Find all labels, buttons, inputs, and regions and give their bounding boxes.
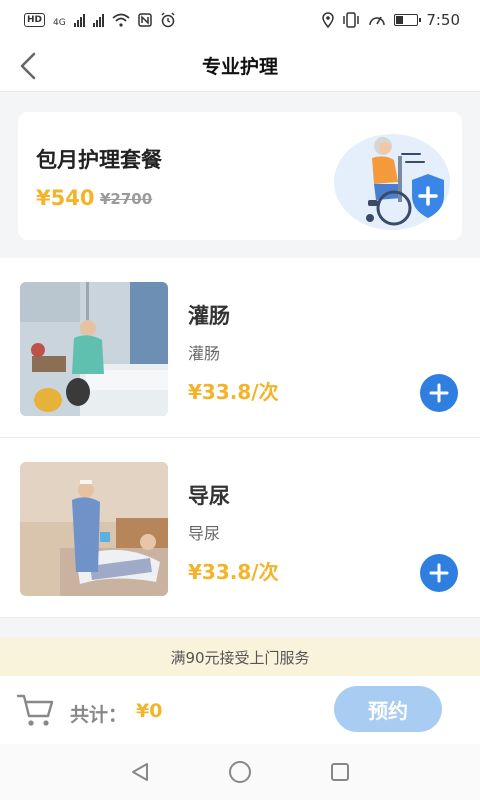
alarm-icon bbox=[161, 12, 175, 28]
service-name: 灌肠 bbox=[188, 304, 230, 328]
circle-home-icon bbox=[229, 761, 251, 783]
plus-icon bbox=[429, 383, 449, 403]
status-bar: HD 4G 7:50 bbox=[0, 0, 480, 40]
cart-bar: 共计： ¥0 预约 bbox=[0, 676, 480, 744]
system-back-button[interactable] bbox=[120, 752, 160, 792]
package-original-price: ¥2700 bbox=[100, 190, 153, 208]
book-button[interactable]: 预约 bbox=[334, 686, 442, 732]
signal-icon bbox=[73, 13, 85, 27]
add-catheter-button[interactable] bbox=[420, 554, 458, 592]
status-time: 7:50 bbox=[426, 11, 460, 29]
hd-badge: HD bbox=[24, 13, 46, 27]
service-price: ¥33.8/次 bbox=[188, 560, 279, 584]
plus-icon bbox=[429, 563, 449, 583]
triangle-back-icon bbox=[132, 763, 148, 781]
signal-2-icon bbox=[92, 13, 104, 27]
package-title: 包月护理套餐 bbox=[36, 148, 162, 172]
service-desc: 灌肠 bbox=[188, 344, 221, 363]
total-amount: ¥0 bbox=[136, 700, 163, 722]
square-recents-icon bbox=[331, 763, 349, 781]
service-price: ¥33.8/次 bbox=[188, 380, 279, 404]
service-item-catheter[interactable]: 导尿 导尿 ¥33.8/次 bbox=[0, 438, 480, 618]
speed-icon bbox=[369, 16, 386, 26]
wheelchair-shield-icon bbox=[334, 134, 450, 230]
cart-icon[interactable] bbox=[16, 692, 54, 728]
network-type: 4G bbox=[53, 18, 66, 28]
catheter-service-photo bbox=[20, 462, 168, 596]
back-button[interactable] bbox=[10, 48, 46, 84]
chevron-left-icon bbox=[20, 52, 36, 80]
service-desc: 导尿 bbox=[188, 524, 221, 543]
status-right: 7:50 bbox=[322, 11, 460, 29]
total-label: 共计： bbox=[70, 704, 128, 726]
wifi-icon bbox=[112, 13, 130, 27]
nfc-icon bbox=[137, 13, 152, 27]
service-list: 灌肠 灌肠 ¥33.8/次 导尿 导尿 ¥33.8/次 bbox=[0, 258, 480, 618]
monthly-package-card[interactable]: 包月护理套餐 ¥540 ¥2700 bbox=[18, 112, 462, 240]
location-icon bbox=[322, 12, 335, 28]
battery-icon bbox=[394, 14, 422, 26]
nav-bar: 专业护理 bbox=[0, 40, 480, 92]
service-notice: 满90元接受上门服务 bbox=[0, 638, 480, 676]
package-price: ¥540 bbox=[36, 186, 95, 210]
service-item-enema[interactable]: 灌肠 灌肠 ¥33.8/次 bbox=[0, 258, 480, 438]
vibrate-icon bbox=[343, 12, 360, 28]
enema-service-photo bbox=[20, 282, 168, 416]
system-nav-bar bbox=[0, 744, 480, 800]
service-name: 导尿 bbox=[188, 484, 230, 508]
add-enema-button[interactable] bbox=[420, 374, 458, 412]
status-left: HD 4G bbox=[24, 12, 176, 28]
system-home-button[interactable] bbox=[220, 752, 260, 792]
system-recents-button[interactable] bbox=[320, 752, 360, 792]
page-title: 专业护理 bbox=[201, 56, 278, 78]
